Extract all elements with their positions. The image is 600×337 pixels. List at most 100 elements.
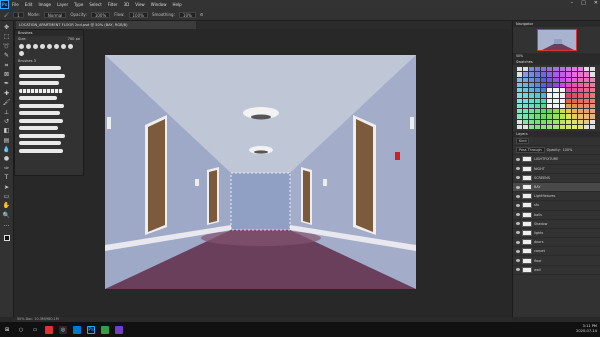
- color-swatch[interactable]: [535, 77, 541, 82]
- eyedropper-tool-icon[interactable]: ✒: [3, 80, 10, 87]
- color-swatch[interactable]: [535, 103, 541, 108]
- brush-stroke-preview[interactable]: [19, 96, 57, 100]
- marquee-tool-icon[interactable]: ⬚: [3, 33, 10, 40]
- color-swatch[interactable]: [553, 109, 559, 114]
- windows-start-icon[interactable]: ⊞: [3, 326, 11, 334]
- eye-icon[interactable]: [516, 240, 520, 244]
- app-icon[interactable]: [115, 325, 123, 334]
- brush-stroke-preview[interactable]: [19, 141, 61, 145]
- color-swatch[interactable]: [523, 77, 529, 82]
- color-swatch[interactable]: [589, 72, 595, 77]
- color-swatch[interactable]: [529, 88, 535, 93]
- brush-preset[interactable]: [61, 44, 66, 49]
- eye-icon[interactable]: [516, 249, 520, 253]
- color-swatch[interactable]: [547, 98, 553, 103]
- color-swatch[interactable]: [589, 114, 595, 119]
- color-swatch[interactable]: [523, 93, 529, 98]
- eraser-tool-icon[interactable]: ◧: [3, 127, 10, 134]
- clone-stamp-tool-icon[interactable]: ⊥: [3, 109, 10, 116]
- color-swatch[interactable]: [577, 114, 583, 119]
- color-swatch[interactable]: [589, 93, 595, 98]
- chrome-icon[interactable]: [45, 325, 53, 334]
- color-swatch[interactable]: [559, 114, 565, 119]
- color-swatch[interactable]: [571, 119, 577, 124]
- app-icon[interactable]: ◎: [59, 325, 67, 334]
- color-swatch[interactable]: [523, 72, 529, 77]
- color-swatch[interactable]: [547, 109, 553, 114]
- color-swatch[interactable]: [559, 103, 565, 108]
- quick-select-tool-icon[interactable]: ✎: [3, 52, 10, 59]
- menu-view[interactable]: View: [132, 2, 148, 7]
- eye-icon[interactable]: [516, 157, 520, 161]
- brush-stroke-preview[interactable]: [19, 88, 63, 93]
- menu-filter[interactable]: Filter: [105, 2, 121, 7]
- color-swatch[interactable]: [535, 72, 541, 77]
- blur-tool-icon[interactable]: 💧: [3, 146, 10, 153]
- color-swatch[interactable]: [559, 72, 565, 77]
- eye-icon[interactable]: [516, 176, 520, 180]
- color-swatch[interactable]: [547, 67, 553, 72]
- color-swatch[interactable]: [559, 109, 565, 114]
- brush-preset[interactable]: [47, 44, 52, 49]
- layer-row[interactable]: carpet: [513, 247, 600, 257]
- color-swatch[interactable]: [541, 82, 547, 87]
- crop-tool-icon[interactable]: ⌗: [3, 62, 10, 69]
- color-swatch[interactable]: [517, 103, 523, 108]
- color-swatch[interactable]: [565, 103, 571, 108]
- pen-tool-icon[interactable]: ✑: [3, 165, 10, 172]
- menu-image[interactable]: Image: [35, 2, 54, 7]
- color-swatch[interactable]: [535, 114, 541, 119]
- swatches-panel-title[interactable]: Swatches: [513, 59, 600, 65]
- color-swatch[interactable]: [541, 67, 547, 72]
- color-swatch[interactable]: [541, 77, 547, 82]
- layer-row[interactable]: doors: [513, 238, 600, 248]
- color-swatch[interactable]: [541, 114, 547, 119]
- color-swatch[interactable]: [589, 119, 595, 124]
- brush-preset[interactable]: [19, 44, 24, 49]
- color-swatch[interactable]: [529, 103, 535, 108]
- dodge-tool-icon[interactable]: ●: [3, 155, 10, 162]
- menu-edit[interactable]: Edit: [22, 2, 36, 7]
- color-swatch[interactable]: [523, 103, 529, 108]
- color-swatch[interactable]: [559, 67, 565, 72]
- color-swatch[interactable]: [565, 72, 571, 77]
- brush-stroke-preview[interactable]: [19, 103, 64, 108]
- color-swatch[interactable]: [553, 93, 559, 98]
- color-swatch[interactable]: [541, 109, 547, 114]
- color-swatch[interactable]: [577, 77, 583, 82]
- layer-row[interactable]: NIGHT: [513, 165, 600, 174]
- color-swatch[interactable]: [559, 98, 565, 103]
- brush-preset[interactable]: [40, 44, 45, 49]
- brush-preset[interactable]: [68, 44, 73, 49]
- mode-select[interactable]: Normal: [43, 11, 67, 18]
- color-swatch[interactable]: [577, 119, 583, 124]
- color-swatch[interactable]: [583, 93, 589, 98]
- color-swatch[interactable]: [565, 119, 571, 124]
- color-swatch[interactable]: [589, 77, 595, 82]
- brush-stroke-preview[interactable]: [19, 148, 63, 153]
- eye-icon[interactable]: [516, 203, 520, 207]
- brush-stroke-preview[interactable]: [19, 73, 65, 78]
- zoom-tool-icon[interactable]: 🔍: [3, 212, 10, 219]
- color-swatch[interactable]: [565, 88, 571, 93]
- path-select-tool-icon[interactable]: ➤: [3, 184, 10, 191]
- color-swatch[interactable]: [577, 82, 583, 87]
- brush-stroke-preview[interactable]: [19, 66, 61, 70]
- color-swatch[interactable]: [571, 88, 577, 93]
- color-swatch[interactable]: [571, 109, 577, 114]
- color-swatch[interactable]: [529, 109, 535, 114]
- color-swatch[interactable]: [517, 124, 523, 129]
- color-swatch[interactable]: [517, 88, 523, 93]
- color-swatch[interactable]: [583, 114, 589, 119]
- layer-row[interactable]: Shadow: [513, 220, 600, 229]
- color-swatch[interactable]: [529, 77, 535, 82]
- color-swatch[interactable]: [571, 93, 577, 98]
- color-swatch[interactable]: [529, 67, 535, 72]
- color-swatch[interactable]: [583, 119, 589, 124]
- eye-icon[interactable]: [516, 259, 520, 263]
- foreground-color-swatch[interactable]: [3, 234, 10, 241]
- color-swatch[interactable]: [547, 103, 553, 108]
- brush-stroke-preview[interactable]: [19, 126, 58, 130]
- layer-row[interactable]: wall: [513, 266, 600, 275]
- opacity-field[interactable]: 100%: [90, 11, 111, 18]
